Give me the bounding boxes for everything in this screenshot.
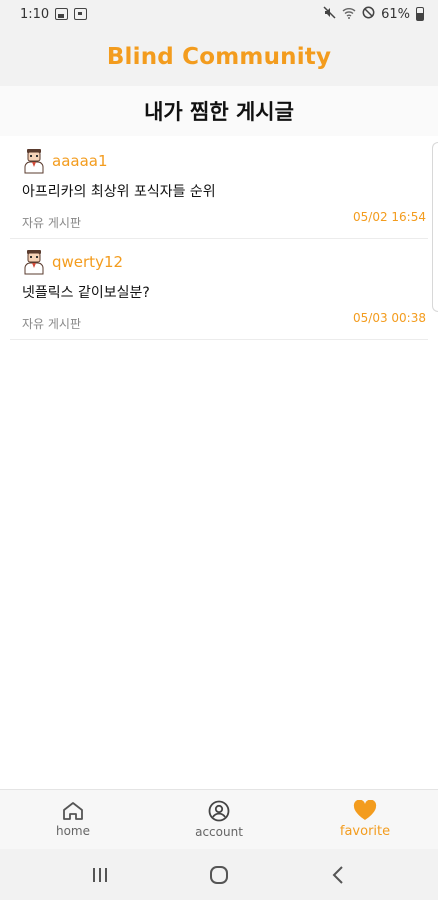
image-icon — [55, 8, 69, 20]
home-circle-icon[interactable] — [199, 855, 239, 895]
nav-account-label: account — [195, 825, 243, 839]
post-board: 자유 게시판 — [22, 216, 82, 230]
wifi-icon — [342, 7, 356, 22]
user-avatar-icon — [24, 149, 44, 174]
heart-icon — [353, 800, 377, 821]
page-title-bar: 내가 찜한 게시글 — [0, 86, 438, 136]
nav-account[interactable]: account — [146, 790, 292, 849]
edge-panel-handle[interactable] — [432, 142, 438, 312]
battery-percent: 61% — [381, 6, 410, 22]
status-time: 1:10 — [20, 6, 50, 22]
notification-box-icon — [74, 8, 88, 20]
author-name[interactable]: qwerty12 — [52, 253, 123, 271]
status-right: 61% — [323, 6, 424, 22]
nav-favorite-label: favorite — [339, 824, 391, 839]
nav-home-label: home — [55, 824, 91, 838]
post-date: 05/02 16:54 — [353, 210, 426, 224]
battery-icon — [416, 7, 424, 21]
nav-favorite[interactable]: favorite — [292, 790, 438, 849]
post-author: qwerty12 — [22, 249, 123, 275]
bottom-nav: home account favorite — [0, 789, 438, 849]
list-item[interactable]: aaaaa1 아프리카의 최상위 포식자들 순위 자유 게시판 05/02 16… — [10, 138, 428, 239]
user-avatar-icon — [24, 250, 44, 275]
post-author: aaaaa1 — [22, 148, 108, 174]
post-date: 05/03 00:38 — [353, 311, 426, 325]
mute-icon — [323, 6, 336, 22]
account-icon — [208, 800, 230, 822]
post-title[interactable]: 넷플릭스 같이보실분? — [22, 282, 150, 302]
home-icon — [62, 801, 84, 821]
page-title: 내가 찜한 게시글 — [144, 100, 294, 124]
post-board: 자유 게시판 — [22, 317, 82, 331]
list-item[interactable]: qwerty12 넷플릭스 같이보실분? 자유 게시판 05/03 00:38 — [10, 239, 428, 340]
status-left: 1:10 — [20, 6, 88, 22]
post-title[interactable]: 아프리카의 최상위 포식자들 순위 — [22, 181, 216, 201]
author-name[interactable]: aaaaa1 — [52, 152, 108, 170]
no-sim-icon — [362, 6, 375, 22]
status-bar: 1:10 61% — [0, 0, 438, 28]
post-list: aaaaa1 아프리카의 최상위 포식자들 순위 자유 게시판 05/02 16… — [0, 138, 438, 340]
recent-apps-icon[interactable] — [80, 855, 120, 895]
back-icon[interactable] — [318, 855, 358, 895]
nav-home[interactable]: home — [0, 790, 146, 849]
system-nav — [0, 849, 438, 900]
app-title: Blind Community — [106, 44, 332, 70]
app-header: Blind Community — [0, 28, 438, 86]
